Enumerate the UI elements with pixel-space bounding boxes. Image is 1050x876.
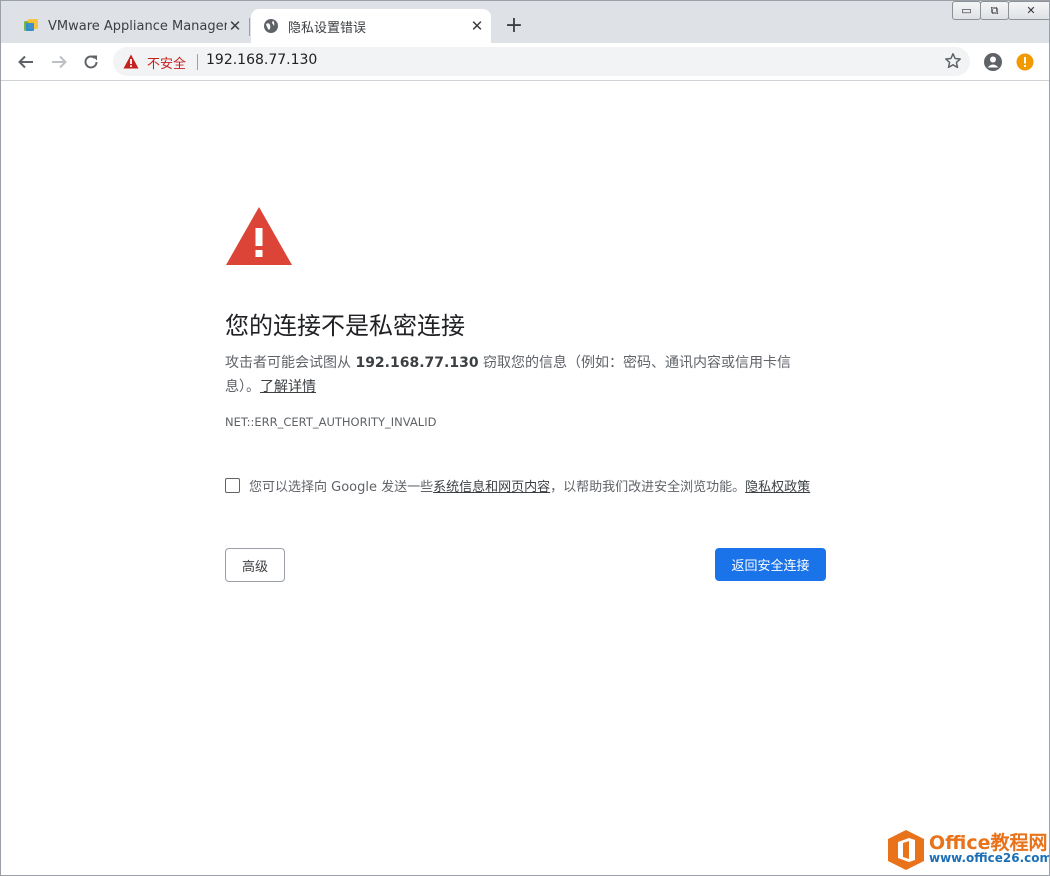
vmware-icon <box>24 19 38 31</box>
close-icon[interactable]: ✕ <box>227 17 243 35</box>
minimize-button[interactable]: ▭ <box>952 1 981 20</box>
privacy-policy-link[interactable]: 隐私权政策 <box>745 480 810 495</box>
optin-checkbox[interactable] <box>225 478 240 493</box>
optin-prefix: 您可以选择向 Google 发送一些 <box>249 480 434 495</box>
star-icon[interactable] <box>944 52 962 70</box>
tab-title: VMware Appliance Manageme <box>48 18 227 34</box>
error-code: NET::ERR_CERT_AUTHORITY_INVALID <box>225 415 437 429</box>
watermark-logo: Office教程网 www.office26.com <box>887 827 1050 873</box>
update-alert-icon[interactable] <box>1015 52 1035 72</box>
page-title: 您的连接不是私密连接 <box>225 312 465 340</box>
explain-prefix: 攻击者可能会试图从 <box>225 355 356 371</box>
window-close-button[interactable]: ✕ <box>1008 1 1049 20</box>
close-icon[interactable]: ✕ <box>469 17 485 35</box>
warning-icon <box>226 207 292 265</box>
toolbar: 不安全 192.168.77.130 <box>1 43 1049 81</box>
optin-label: 您可以选择向 Google 发送一些系统信息和网页内容，以帮助我们改进安全浏览功… <box>249 476 810 495</box>
forward-button[interactable] <box>47 50 71 74</box>
tab-title: 隐私设置错误 <box>288 20 367 36</box>
host-name: 192.168.77.130 <box>355 355 479 371</box>
globe-icon <box>264 19 278 33</box>
reload-button[interactable] <box>79 50 103 74</box>
browser-window: VMware Appliance Manageme ✕ 隐私设置错误 ✕ + ▭… <box>0 0 1050 876</box>
profile-icon[interactable] <box>983 52 1003 72</box>
back-to-safety-button[interactable]: 返回安全连接 <box>715 548 826 581</box>
back-button[interactable] <box>14 50 38 74</box>
arrow-left-icon <box>18 55 33 69</box>
tab-vmware[interactable]: VMware Appliance Manageme ✕ <box>9 9 250 43</box>
advanced-button[interactable]: 高级 <box>225 548 285 582</box>
office-logo-icon <box>888 830 924 870</box>
address-bar[interactable]: 不安全 192.168.77.130 <box>113 47 970 76</box>
window-controls: ▭ ⧉ ✕ <box>952 1 1049 20</box>
explanation-text: 攻击者可能会试图从 192.168.77.130 窃取您的信息（例如：密码、通讯… <box>225 351 815 399</box>
optin-middle: ，以帮助我们改进安全浏览功能。 <box>550 480 746 495</box>
url-text[interactable]: 192.168.77.130 <box>206 52 317 68</box>
divider <box>197 54 198 70</box>
arrow-right-icon <box>52 55 67 69</box>
system-info-link[interactable]: 系统信息和网页内容 <box>433 480 550 495</box>
learn-more-link[interactable]: 了解详情 <box>260 379 316 395</box>
security-status[interactable]: 不安全 <box>147 53 186 72</box>
warning-icon <box>123 54 139 69</box>
tab-privacy-error[interactable]: 隐私设置错误 ✕ <box>251 9 491 43</box>
new-tab-button[interactable]: + <box>502 15 526 39</box>
tab-strip: VMware Appliance Manageme ✕ 隐私设置错误 ✕ + ▭… <box>1 1 1049 43</box>
reload-icon <box>84 55 98 69</box>
restore-button[interactable]: ⧉ <box>980 1 1009 20</box>
watermark-site: www.office26.com <box>929 851 1050 865</box>
